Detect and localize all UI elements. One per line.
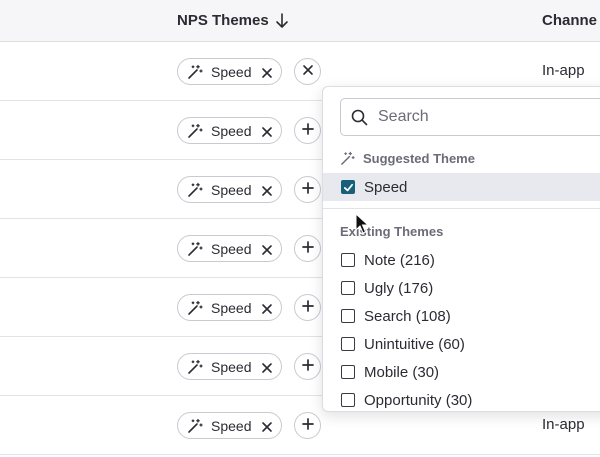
- checkbox[interactable]: [341, 393, 355, 407]
- magic-wand-icon: [187, 123, 203, 139]
- magic-wand-icon: [187, 241, 203, 257]
- theme-chip[interactable]: Speed: [177, 176, 283, 203]
- mouse-cursor-icon: [355, 213, 370, 234]
- remove-theme-icon[interactable]: [261, 243, 273, 255]
- column-header-label: Channe: [542, 12, 598, 29]
- checkbox[interactable]: [341, 281, 355, 295]
- remove-theme-icon[interactable]: [261, 361, 273, 373]
- theme-picker-dropdown: Suggested Theme Speed Existing Themes No…: [322, 86, 600, 412]
- magic-wand-icon: [340, 151, 355, 166]
- column-header-channel[interactable]: Channe: [542, 12, 597, 29]
- theme-option-label: Note (216): [364, 251, 435, 269]
- magic-wand-icon: [187, 64, 203, 80]
- add-theme-button[interactable]: [294, 117, 321, 144]
- plus-icon: [301, 299, 314, 317]
- search-field[interactable]: [340, 98, 600, 136]
- theme-option[interactable]: Note (216): [323, 246, 600, 274]
- theme-chip[interactable]: Speed: [177, 294, 283, 321]
- theme-chip[interactable]: Speed: [177, 235, 283, 262]
- add-theme-button[interactable]: [294, 176, 321, 203]
- checkbox[interactable]: [341, 253, 355, 267]
- plus-icon: [301, 417, 314, 435]
- checkbox[interactable]: [341, 337, 355, 351]
- theme-chip[interactable]: Speed: [177, 412, 283, 439]
- checkbox[interactable]: [341, 365, 355, 379]
- theme-chip-label: Speed: [211, 181, 252, 198]
- add-theme-button[interactable]: [294, 235, 321, 262]
- theme-option[interactable]: Ugly (176): [323, 274, 600, 302]
- theme-option-label: Unintuitive (60): [364, 335, 465, 353]
- theme-option[interactable]: Speed: [323, 173, 600, 201]
- checkbox[interactable]: [341, 309, 355, 323]
- theme-option-label: Speed: [364, 178, 408, 196]
- plus-icon: [301, 122, 314, 140]
- close-icon: [302, 63, 314, 81]
- theme-chip-label: Speed: [211, 240, 252, 257]
- theme-option-label: Search (108): [364, 307, 451, 325]
- suggested-theme-label: Suggested Theme: [340, 151, 475, 166]
- search-icon: [351, 109, 368, 125]
- add-theme-button[interactable]: [294, 353, 321, 380]
- column-header-nps-themes[interactable]: NPS Themes: [177, 12, 289, 29]
- table-header: NPS Themes Channe: [0, 0, 600, 42]
- plus-icon: [301, 181, 314, 199]
- magic-wand-icon: [187, 300, 203, 316]
- theme-chip-label: Speed: [211, 358, 252, 375]
- theme-option-label: Mobile (30): [364, 363, 440, 381]
- search-input[interactable]: [378, 108, 598, 126]
- theme-option[interactable]: Opportunity (30): [323, 386, 600, 411]
- theme-chip-label: Speed: [211, 63, 252, 80]
- plus-icon: [301, 240, 314, 258]
- add-theme-button[interactable]: [294, 412, 321, 439]
- section-divider: [323, 208, 600, 209]
- theme-option-label: Ugly (176): [364, 279, 434, 297]
- theme-option[interactable]: Search (108): [323, 302, 600, 330]
- remove-theme-icon[interactable]: [261, 302, 273, 314]
- theme-chip[interactable]: Speed: [177, 353, 283, 380]
- theme-chip[interactable]: Speed: [177, 58, 283, 85]
- sort-descending-icon[interactable]: [275, 12, 289, 29]
- theme-chip[interactable]: Speed: [177, 117, 283, 144]
- theme-option[interactable]: Mobile (30): [323, 358, 600, 386]
- theme-chip-label: Speed: [211, 122, 252, 139]
- plus-icon: [301, 358, 314, 376]
- remove-theme-icon[interactable]: [261, 66, 273, 78]
- channel-cell: In-app: [542, 62, 585, 79]
- magic-wand-icon: [187, 418, 203, 434]
- magic-wand-icon: [187, 182, 203, 198]
- theme-chip-label: Speed: [211, 299, 252, 316]
- checkbox[interactable]: [341, 180, 355, 194]
- column-header-label: NPS Themes: [177, 12, 269, 29]
- theme-option-label: Opportunity (30): [364, 391, 473, 409]
- channel-cell: In-app: [542, 416, 585, 433]
- remove-theme-icon[interactable]: [261, 184, 273, 196]
- remove-theme-icon[interactable]: [261, 125, 273, 137]
- remove-theme-icon[interactable]: [261, 420, 273, 432]
- add-theme-button[interactable]: [294, 294, 321, 321]
- theme-option[interactable]: Unintuitive (60): [323, 330, 600, 358]
- close-picker-button[interactable]: [294, 58, 321, 85]
- theme-chip-label: Speed: [211, 417, 252, 434]
- magic-wand-icon: [187, 359, 203, 375]
